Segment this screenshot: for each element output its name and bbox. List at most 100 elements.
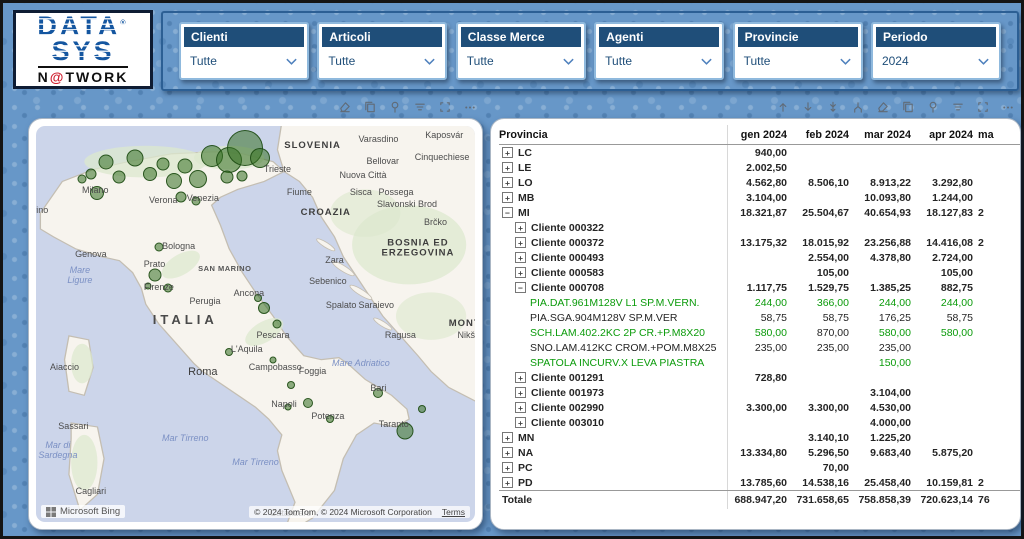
map-bubble[interactable]: [144, 283, 151, 290]
column-header[interactable]: apr 2024: [914, 129, 976, 141]
map-bubble[interactable]: [113, 171, 126, 184]
map-bubble[interactable]: [220, 171, 233, 184]
table-row: +LE2.002,50: [499, 160, 1020, 175]
chevron-down-icon[interactable]: [700, 57, 713, 66]
map-bubble[interactable]: [192, 197, 201, 206]
expand-toggle[interactable]: +: [515, 372, 526, 383]
expand-toggle[interactable]: +: [515, 417, 526, 428]
expand-next-level-icon[interactable]: [826, 100, 840, 114]
chevron-down-icon[interactable]: [839, 57, 852, 66]
value-cell: 105,00: [914, 267, 976, 279]
collapse-toggle[interactable]: −: [515, 282, 526, 293]
more-icon[interactable]: [1001, 100, 1015, 114]
map-bubble[interactable]: [285, 404, 292, 411]
more-icon[interactable]: [463, 100, 477, 114]
expand-toggle[interactable]: +: [502, 162, 513, 173]
chevron-down-icon[interactable]: [285, 57, 298, 66]
map-bubble[interactable]: [303, 398, 313, 408]
column-header[interactable]: mar 2024: [852, 129, 914, 141]
expand-toggle[interactable]: +: [502, 192, 513, 203]
eraser-icon[interactable]: [338, 100, 352, 114]
column-header[interactable]: ma: [976, 129, 1016, 141]
map-bubble[interactable]: [90, 186, 104, 200]
row-label: Cliente 000322: [531, 222, 604, 234]
focus-icon[interactable]: [976, 100, 990, 114]
map-bubble[interactable]: [178, 158, 193, 173]
map-bubble[interactable]: [373, 388, 383, 398]
map-bubble[interactable]: [225, 348, 233, 356]
map-bubble[interactable]: [270, 356, 277, 363]
total-value-cell: 688.947,20: [728, 494, 790, 506]
expand-toggle[interactable]: +: [515, 267, 526, 278]
registered-mark: ®: [120, 20, 128, 27]
map-bubble[interactable]: [237, 170, 248, 181]
expand-toggle[interactable]: +: [502, 432, 513, 443]
table-row: + Cliente 000322: [499, 220, 1020, 235]
map-bubble[interactable]: [78, 175, 87, 184]
map-bubble[interactable]: [287, 381, 295, 389]
map-visual[interactable]: SLOVENIACROAZIABOSNIA ED ERZEGOVINAMONTE…: [36, 126, 475, 522]
row-label: NA: [518, 447, 533, 459]
map-bubble[interactable]: [189, 170, 207, 188]
focus-icon[interactable]: [438, 100, 452, 114]
expand-toggle[interactable]: +: [502, 147, 513, 158]
map-bubble[interactable]: [250, 148, 270, 168]
expand-all-icon[interactable]: [851, 100, 865, 114]
expand-toggle[interactable]: +: [515, 387, 526, 398]
expand-toggle[interactable]: +: [515, 252, 526, 263]
filter-icon[interactable]: [413, 100, 427, 114]
map-bubble[interactable]: [418, 405, 426, 413]
terms-link[interactable]: Terms: [442, 507, 465, 517]
drill-up-icon[interactable]: [776, 100, 790, 114]
chevron-down-icon[interactable]: [423, 57, 436, 66]
eraser-icon[interactable]: [876, 100, 890, 114]
map-bubble[interactable]: [148, 268, 161, 281]
value-cell: 58,75: [790, 312, 852, 324]
chevron-down-icon[interactable]: [977, 57, 990, 66]
expand-toggle[interactable]: +: [515, 402, 526, 413]
map-bubble[interactable]: [126, 149, 143, 166]
map-bubble[interactable]: [396, 422, 413, 439]
map-bubble[interactable]: [326, 415, 334, 423]
expand-toggle[interactable]: +: [502, 462, 513, 473]
chevron-down-icon[interactable]: [562, 57, 575, 66]
row-header-cell: +Cliente 001973: [499, 385, 728, 400]
value-cell: 25.458,40: [852, 477, 914, 489]
slicer-dropdown[interactable]: Tutte: [181, 47, 307, 78]
logo-wordmark: DATA® SYS: [37, 14, 128, 64]
expand-toggle[interactable]: +: [502, 447, 513, 458]
column-header-provincia[interactable]: Provincia: [499, 125, 728, 144]
map-bubble[interactable]: [166, 173, 182, 189]
value-cell: 150,00: [852, 357, 914, 369]
slicer-dropdown[interactable]: Tutte: [735, 47, 861, 78]
pin-icon[interactable]: [926, 100, 940, 114]
map-bubble[interactable]: [254, 294, 262, 302]
map-bubble[interactable]: [157, 157, 170, 170]
slicer-dropdown[interactable]: Tutte: [596, 47, 722, 78]
expand-toggle[interactable]: +: [515, 237, 526, 248]
row-label: PIA.SGA.904M128V SP.M.VER: [530, 312, 677, 324]
map-bubble[interactable]: [175, 192, 186, 203]
slicer-dropdown[interactable]: 2024: [873, 47, 999, 78]
map-bubble[interactable]: [85, 168, 96, 179]
pin-icon[interactable]: [388, 100, 402, 114]
column-header[interactable]: feb 2024: [790, 129, 852, 141]
collapse-toggle[interactable]: −: [502, 207, 513, 218]
column-header[interactable]: gen 2024: [728, 129, 790, 141]
copy-icon[interactable]: [363, 100, 377, 114]
filter-icon[interactable]: [951, 100, 965, 114]
expand-toggle[interactable]: +: [515, 222, 526, 233]
map-bubble[interactable]: [258, 302, 270, 314]
map-bubble[interactable]: [154, 242, 163, 251]
map-bubble[interactable]: [273, 320, 282, 329]
expand-toggle[interactable]: +: [502, 177, 513, 188]
copy-icon[interactable]: [901, 100, 915, 114]
slicer-dropdown[interactable]: Tutte: [458, 47, 584, 78]
expand-toggle[interactable]: +: [502, 477, 513, 488]
row-header-cell: +MN: [499, 430, 728, 445]
map-bubble[interactable]: [99, 154, 114, 169]
drill-down-icon[interactable]: [801, 100, 815, 114]
map-bubble[interactable]: [143, 167, 157, 181]
map-bubble[interactable]: [163, 284, 172, 293]
slicer-dropdown[interactable]: Tutte: [319, 47, 445, 78]
